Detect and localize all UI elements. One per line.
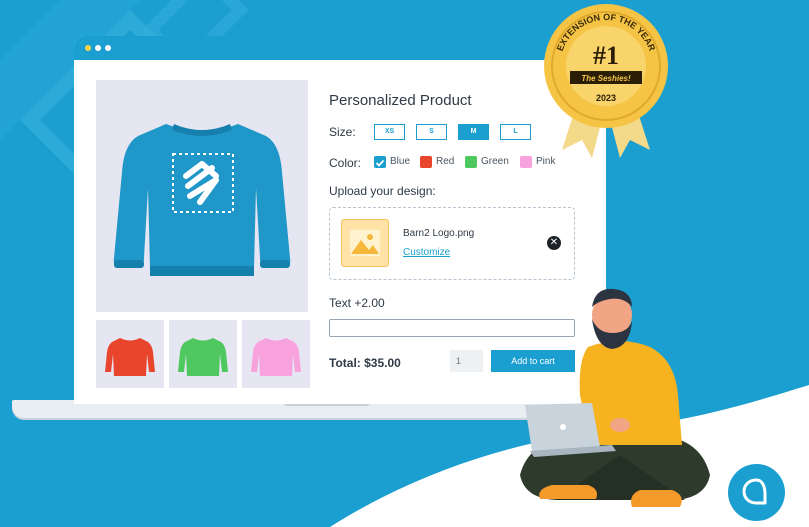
text-option-label: Text +2.00 bbox=[329, 296, 385, 310]
file-name: Barn2 Logo.png bbox=[403, 228, 475, 239]
product-title: Personalized Product bbox=[329, 92, 472, 109]
upload-dropzone[interactable]: Barn2 Logo.png Customize ✕ bbox=[329, 207, 575, 280]
size-button-s[interactable]: S bbox=[416, 124, 447, 140]
sweater-icon bbox=[251, 338, 301, 376]
sweater-icon bbox=[105, 338, 155, 376]
color-checkbox-green[interactable] bbox=[465, 156, 477, 168]
sweater-icon bbox=[178, 338, 228, 376]
person-illustration bbox=[520, 288, 710, 507]
image-icon bbox=[350, 230, 380, 256]
total-price: Total: $35.00 bbox=[329, 356, 401, 370]
check-icon bbox=[375, 159, 385, 167]
browser-titlebar bbox=[74, 36, 606, 60]
badge-rank: #1 bbox=[593, 41, 619, 70]
color-checkbox-blue[interactable] bbox=[374, 156, 386, 168]
badge-award: The Seshies! bbox=[581, 74, 631, 83]
window-dot-icon bbox=[95, 45, 101, 51]
chat-button[interactable] bbox=[728, 464, 785, 521]
product-main-image bbox=[96, 80, 308, 312]
size-button-m[interactable]: M bbox=[458, 124, 489, 140]
quantity-input[interactable]: 1 bbox=[450, 350, 483, 372]
customize-link[interactable]: Customize bbox=[403, 247, 450, 258]
thumbnail-green[interactable] bbox=[169, 320, 237, 388]
size-button-l[interactable]: L bbox=[500, 124, 531, 140]
size-label: Size: bbox=[329, 125, 356, 139]
color-checkbox-pink[interactable] bbox=[520, 156, 532, 168]
thumbnail-pink[interactable] bbox=[242, 320, 310, 388]
window-dot-icon bbox=[105, 45, 111, 51]
remove-file-icon[interactable]: ✕ bbox=[547, 236, 561, 250]
color-label: Color: bbox=[329, 156, 362, 170]
color-option-green: Green bbox=[481, 156, 509, 167]
window-dot-icon bbox=[85, 45, 91, 51]
badge-year: 2023 bbox=[596, 93, 616, 103]
award-badge: EXTENSION OF THE YEAR #1 The Seshies! 20… bbox=[544, 4, 668, 158]
upload-label: Upload your design: bbox=[329, 184, 436, 198]
color-option-blue: Blue bbox=[390, 156, 411, 167]
color-option-red: Red bbox=[436, 156, 455, 167]
thumbnail-red[interactable] bbox=[96, 320, 164, 388]
size-button-xs[interactable]: XS bbox=[374, 124, 405, 140]
file-thumbnail bbox=[341, 219, 389, 267]
sweater-icon bbox=[113, 124, 291, 276]
color-checkbox-red[interactable] bbox=[420, 156, 432, 168]
chat-bubble-icon bbox=[742, 478, 767, 505]
